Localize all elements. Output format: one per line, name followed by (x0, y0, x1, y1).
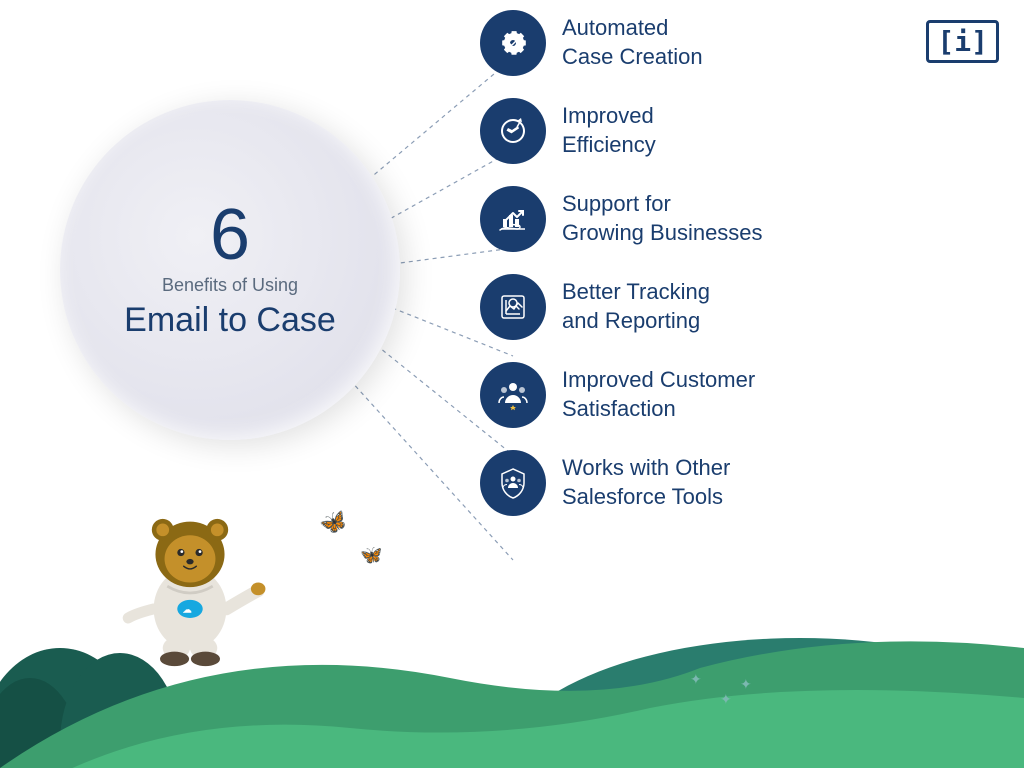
benefit-item-automated: Automated Case Creation (480, 10, 980, 76)
benefit-icon-customer (480, 362, 546, 428)
center-circle: 6 Benefits of Using Email to Case (60, 100, 400, 440)
svg-text:☁: ☁ (183, 605, 192, 615)
benefits-area: Automated Case Creation Improved Efficie… (480, 10, 980, 538)
benefit-text-tracking: Better Tracking and Reporting (562, 278, 710, 335)
benefit-item-tracking: Better Tracking and Reporting (480, 274, 980, 340)
gear-check-icon (495, 25, 531, 61)
butterfly-1: 🦋 (316, 506, 351, 540)
benefit-icon-tracking (480, 274, 546, 340)
circle-title: Email to Case (124, 300, 336, 341)
butterfly-2: 🦋 (360, 545, 382, 566)
sparkle-3: ✦ (740, 676, 752, 693)
benefit-icon-efficiency (480, 98, 546, 164)
benefit-icon-growing (480, 186, 546, 252)
customer-icon (495, 377, 531, 413)
sparkle-1: ✦ (690, 671, 702, 688)
benefit-item-efficiency: Improved Efficiency (480, 98, 980, 164)
benefit-text-customer: Improved Customer Satisfaction (562, 366, 755, 423)
benefit-icon-tools (480, 450, 546, 516)
benefit-item-tools: Works with Other Salesforce Tools (480, 450, 980, 516)
benefit-text-growing: Support for Growing Businesses (562, 190, 763, 247)
benefit-item-growing: Support for Growing Businesses (480, 186, 980, 252)
efficiency-icon (495, 113, 531, 149)
benefit-text-tools: Works with Other Salesforce Tools (562, 454, 730, 511)
circle-subtitle: Benefits of Using (162, 275, 298, 296)
benefit-text-automated: Automated Case Creation (562, 14, 703, 71)
benefit-item-customer: Improved Customer Satisfaction (480, 362, 980, 428)
tracking-icon (495, 289, 531, 325)
sparkle-2: ✦ (720, 691, 732, 708)
astro-mascot: ☁ (110, 468, 270, 668)
benefit-text-efficiency: Improved Efficiency (562, 102, 656, 159)
circle-number: 6 (210, 199, 250, 271)
shield-check-icon (495, 465, 531, 501)
growing-icon (495, 201, 531, 237)
benefit-icon-automated (480, 10, 546, 76)
logo: [i] (926, 20, 999, 63)
